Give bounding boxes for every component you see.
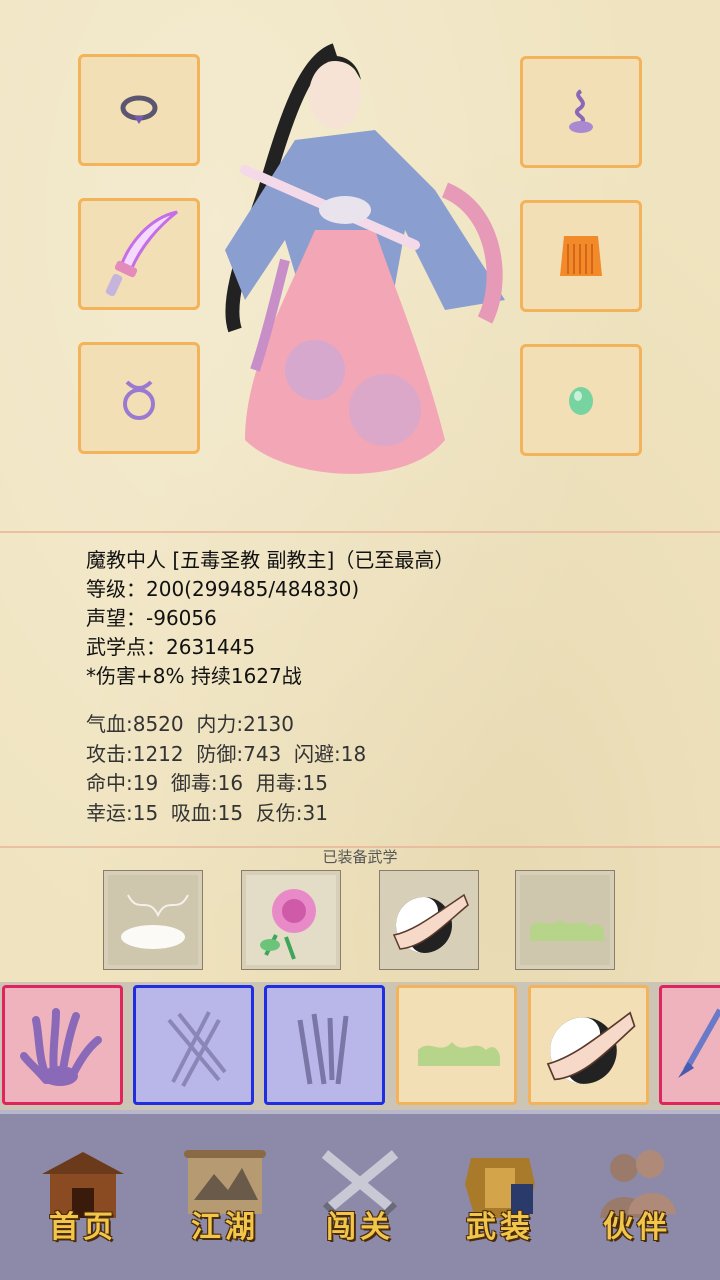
character-portrait <box>225 43 505 474</box>
grass-skill-icon <box>520 875 610 965</box>
nav-companion-button[interactable]: 伙伴 <box>582 1144 692 1254</box>
equipped-skill-slot[interactable] <box>103 870 203 970</box>
nav-challenge-label: 闯关 <box>326 1210 394 1245</box>
character-level: 等级：200(299485/484830) <box>86 577 360 601</box>
skill-card[interactable] <box>528 985 649 1105</box>
rose-skill-icon <box>246 875 336 965</box>
stats-line: 命中:19 御毒:16 用毒:15 <box>86 771 328 795</box>
skill-card[interactable] <box>133 985 254 1105</box>
robe-icon <box>560 236 602 276</box>
nav-equipment-button[interactable]: 武装 <box>445 1144 555 1254</box>
divider-top <box>0 531 720 533</box>
equip-slot-armor[interactable] <box>520 200 642 312</box>
character-info: 魔教中人 [五毒圣教 副教主]（已至最高） 等级：200(299485/4848… <box>86 546 454 691</box>
hairpin-icon <box>569 89 593 133</box>
equip-slot-weapon[interactable] <box>78 198 200 310</box>
mist-skill-icon <box>108 875 198 965</box>
nav-jianghu-label: 江湖 <box>191 1210 259 1245</box>
nav-jianghu-button[interactable]: 江湖 <box>170 1144 280 1254</box>
stats-line: 攻击:1212 防御:743 闪避:18 <box>86 741 367 766</box>
grass-skill-icon <box>417 1042 500 1066</box>
bracelet-icon <box>123 380 155 420</box>
equip-slot-bracelet[interactable] <box>78 342 200 454</box>
skill-card[interactable] <box>396 985 517 1105</box>
character-title: 魔教中人 [五毒圣教 副教主]（已至最高） <box>86 548 455 572</box>
equipped-skills-title: 已装备武学 <box>322 848 398 866</box>
nav-home-label: 首页 <box>49 1210 117 1245</box>
ring-icon <box>120 95 158 124</box>
nav-home-button[interactable]: 首页 <box>28 1144 138 1254</box>
character-stats: 气血:8520 内力:2130 攻击:1212 防御:743 闪避:18 命中:… <box>86 710 366 828</box>
skill-card[interactable] <box>264 985 385 1105</box>
skill-card[interactable] <box>659 985 720 1105</box>
bottom-nav: 首页 江湖 闯关 武装 伙伴 <box>0 1110 720 1280</box>
nav-challenge-button[interactable]: 闯关 <box>305 1144 415 1254</box>
character-reputation: 声望：-96056 <box>86 606 217 630</box>
equipped-skill-slot[interactable] <box>515 870 615 970</box>
swords-skill-icon <box>166 1011 227 1087</box>
claw-skill-icon <box>19 1008 102 1086</box>
nav-companion-label: 伙伴 <box>603 1210 671 1245</box>
saber-icon <box>105 210 178 297</box>
nav-equipment-label: 武装 <box>466 1210 534 1245</box>
sword-skill-icon <box>678 1008 720 1078</box>
equip-slot-accessory[interactable] <box>520 344 642 456</box>
equipped-skill-slot[interactable] <box>241 870 341 970</box>
equip-slot-hairpin[interactable] <box>520 56 642 168</box>
blades-skill-icon <box>297 1013 348 1085</box>
jade-icon <box>569 387 593 415</box>
equip-slot-ring[interactable] <box>78 54 200 166</box>
character-buff: *伤害+8% 持续1627战 <box>86 664 302 688</box>
equipped-skill-slot[interactable] <box>379 870 479 970</box>
stats-line: 气血:8520 内力:2130 <box>86 712 294 736</box>
character-martial-points: 武学点：2631445 <box>86 635 256 659</box>
skill-card[interactable] <box>2 985 123 1105</box>
taiji-fist-skill-icon <box>546 1011 636 1084</box>
taiji-fist-skill-icon <box>384 875 474 965</box>
stats-line: 幸运:15 吸血:15 反伤:31 <box>86 800 328 825</box>
